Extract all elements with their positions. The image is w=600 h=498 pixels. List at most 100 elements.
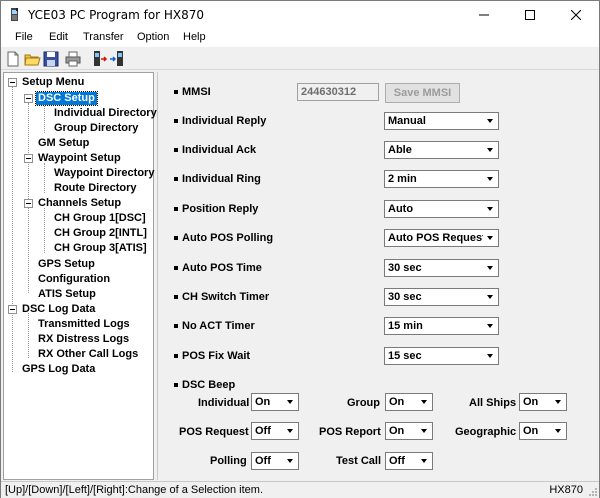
chevron-down-icon[interactable] (483, 202, 497, 216)
save-mmsi-button[interactable]: Save MMSI (385, 83, 460, 103)
beep-all-ships-select[interactable]: On (519, 393, 567, 411)
individual-ack-select[interactable]: Able (384, 141, 499, 159)
tree-item-gm-setup[interactable]: GM Setup (36, 137, 91, 150)
chevron-down-icon[interactable] (417, 424, 431, 438)
tree-item-group-directory[interactable]: Group Directory (52, 122, 140, 135)
beep-polling-label: Polling (210, 455, 247, 467)
menu-option[interactable]: Option (137, 31, 169, 43)
beep-geographic-select[interactable]: On (519, 422, 567, 440)
individual-reply-select[interactable]: Manual (384, 112, 499, 130)
tree-item-dsc-log-data[interactable]: DSC Log Data (20, 303, 97, 316)
chevron-down-icon[interactable] (483, 261, 497, 275)
chevron-down-icon[interactable] (483, 114, 497, 128)
tree-item-configuration[interactable]: Configuration (36, 273, 112, 286)
pos-fix-wait-select[interactable]: 15 sec (384, 347, 499, 365)
tree-item-individual-directory[interactable]: Individual Directory (52, 107, 159, 120)
tree-item-ch-group-1[interactable]: CH Group 1[DSC] (52, 212, 148, 225)
new-file-icon[interactable] (4, 50, 22, 68)
chevron-down-icon[interactable] (283, 454, 297, 468)
tree-item-route-directory[interactable]: Route Directory (52, 182, 139, 195)
no-act-timer-value: 15 min (388, 320, 423, 332)
position-reply-select[interactable]: Auto (384, 200, 499, 218)
beep-test-call-select[interactable]: Off (385, 452, 433, 470)
beep-test-call-value: Off (389, 455, 405, 467)
tree-expander[interactable] (8, 305, 17, 314)
position-reply-label: Position Reply (182, 203, 259, 215)
open-folder-icon[interactable] (23, 50, 41, 68)
menu-file[interactable]: File (15, 31, 33, 43)
tree-item-rx-distress-logs[interactable]: RX Distress Logs (36, 333, 131, 346)
dsc-setup-panel (157, 72, 599, 480)
chevron-down-icon[interactable] (483, 143, 497, 157)
chevron-down-icon[interactable] (483, 349, 497, 363)
beep-individual-label: Individual (198, 397, 250, 409)
beep-all-ships-label: All Ships (469, 397, 517, 409)
beep-individual-select[interactable]: On (251, 393, 299, 411)
tree-connector (44, 163, 45, 193)
tree-item-waypoint-directory[interactable]: Waypoint Directory (52, 167, 156, 180)
mmsi-field[interactable]: 244630312 (297, 83, 379, 101)
tree-item-ch-group-2[interactable]: CH Group 2[INTL] (52, 227, 149, 240)
title-bar[interactable]: YCE03 PC Program for HX870 (1, 1, 599, 29)
tree-item-channels-setup[interactable]: Channels Setup (36, 197, 123, 210)
no-act-timer-select[interactable]: 15 min (384, 317, 499, 335)
write-to-radio-icon[interactable] (109, 50, 127, 68)
resize-grip-icon[interactable] (588, 487, 598, 497)
app-icon (11, 8, 18, 21)
beep-pos-report-select[interactable]: On (385, 422, 433, 440)
setup-tree: Setup Menu DSC Setup Individual Director… (3, 72, 157, 480)
beep-group-value: On (389, 396, 405, 408)
auto-pos-time-select[interactable]: 30 sec (384, 259, 499, 277)
beep-test-call-label: Test Call (336, 455, 382, 467)
read-from-radio-icon[interactable] (89, 50, 107, 68)
beep-polling-select[interactable]: Off (251, 452, 299, 470)
chevron-down-icon[interactable] (551, 424, 565, 438)
tree-item-rx-other-call-logs[interactable]: RX Other Call Logs (36, 348, 140, 361)
tree-item-gps-log-data[interactable]: GPS Log Data (20, 363, 97, 376)
save-icon[interactable] (42, 50, 60, 68)
tree-item-ch-group-3[interactable]: CH Group 3[ATIS] (52, 242, 149, 255)
tree-expander[interactable] (24, 94, 33, 103)
menu-transfer[interactable]: Transfer (83, 31, 124, 43)
beep-all-ships-value: On (523, 396, 539, 408)
chevron-down-icon[interactable] (283, 424, 297, 438)
position-reply-value: Auto (388, 203, 414, 215)
chevron-down-icon[interactable] (417, 454, 431, 468)
chevron-down-icon[interactable] (551, 395, 565, 409)
individual-ring-select[interactable]: 2 min (384, 170, 499, 188)
beep-geographic-label: Geographic (455, 426, 517, 438)
minimize-button[interactable] (461, 1, 507, 29)
tree-item-dsc-setup[interactable]: DSC Setup (35, 91, 98, 106)
chevron-down-icon[interactable] (417, 395, 431, 409)
beep-pos-request-select[interactable]: Off (251, 422, 299, 440)
beep-group-select[interactable]: On (385, 393, 433, 411)
individual-ack-value: Able (388, 144, 412, 156)
bullet (174, 324, 178, 328)
tree-item-setup-menu[interactable]: Setup Menu (20, 76, 86, 89)
auto-pos-time-label: Auto POS Time (182, 262, 262, 274)
status-bar: [Up]/[Down]/[Left]/[Right]:Change of a S… (1, 481, 599, 498)
chevron-down-icon[interactable] (483, 290, 497, 304)
tree-item-waypoint-setup[interactable]: Waypoint Setup (36, 152, 123, 165)
auto-pos-polling-select[interactable]: Auto POS Request (384, 229, 499, 247)
close-button[interactable] (553, 1, 599, 29)
beep-group-label: Group (347, 397, 380, 409)
tree-expander[interactable] (8, 78, 17, 87)
menu-bar: File Edit Transfer Option Help (1, 29, 599, 47)
menu-edit[interactable]: Edit (49, 31, 68, 43)
auto-pos-polling-label: Auto POS Polling (182, 232, 274, 244)
chevron-down-icon[interactable] (483, 231, 497, 245)
tree-item-transmitted-logs[interactable]: Transmitted Logs (36, 318, 132, 331)
menu-help[interactable]: Help (183, 31, 206, 43)
tree-expander[interactable] (24, 154, 33, 163)
tree-item-atis-setup[interactable]: ATIS Setup (36, 288, 98, 301)
chevron-down-icon[interactable] (483, 319, 497, 333)
bullet (174, 177, 178, 181)
tree-expander[interactable] (24, 199, 33, 208)
maximize-button[interactable] (507, 1, 553, 29)
ch-switch-timer-select[interactable]: 30 sec (384, 288, 499, 306)
print-icon[interactable] (64, 50, 82, 68)
tree-item-gps-setup[interactable]: GPS Setup (36, 258, 97, 271)
chevron-down-icon[interactable] (283, 395, 297, 409)
chevron-down-icon[interactable] (483, 172, 497, 186)
